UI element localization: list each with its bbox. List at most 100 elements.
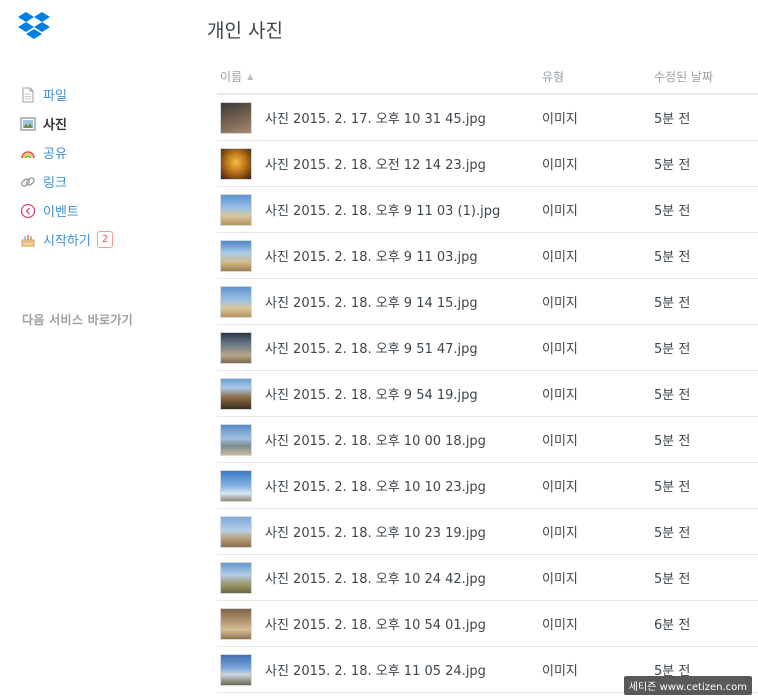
- file-name[interactable]: 사진 2015. 2. 18. 오후 10 23 19.jpg: [265, 522, 486, 541]
- sidebar-nav: 파일 사진 공유 링크 이벤트 시작하기 2: [20, 80, 190, 254]
- table-row[interactable]: 사진 2015. 2. 18. 오후 10 54 01.jpg 이미지 6분 전: [217, 601, 758, 647]
- photo-thumbnail[interactable]: [220, 239, 252, 272]
- file-name-cell: 사진 2015. 2. 18. 오후 10 24 42.jpg: [217, 561, 539, 594]
- file-type: 이미지: [542, 480, 578, 495]
- file-type: 이미지: [542, 204, 578, 219]
- file-name-cell: 사진 2015. 2. 18. 오후 10 10 23.jpg: [217, 469, 539, 502]
- file-name[interactable]: 사진 2015. 2. 17. 오후 10 31 45.jpg: [265, 108, 486, 127]
- modified-date: 5분 전: [654, 204, 691, 219]
- file-name-cell: 사진 2015. 2. 18. 오후 9 11 03 (1).jpg: [217, 193, 539, 226]
- file-name-cell: 사진 2015. 2. 18. 오후 9 11 03.jpg: [217, 239, 539, 272]
- sidebar-item-label: 파일: [43, 89, 67, 104]
- file-type: 이미지: [542, 618, 578, 633]
- table-row[interactable]: 사진 2015. 2. 17. 오후 10 31 45.jpg 이미지 5분 전: [217, 95, 758, 141]
- table-row[interactable]: 사진 2015. 2. 18. 오후 10 00 18.jpg 이미지 5분 전: [217, 417, 758, 463]
- table-row[interactable]: 사진 2015. 2. 18. 오후 9 51 47.jpg 이미지 5분 전: [217, 325, 758, 371]
- table-row[interactable]: 사진 2015. 2. 18. 오후 9 54 19.jpg 이미지 5분 전: [217, 371, 758, 417]
- photo-thumbnail[interactable]: [220, 285, 252, 318]
- file-name[interactable]: 사진 2015. 2. 18. 오후 9 54 19.jpg: [265, 384, 478, 403]
- link-icon: [21, 176, 35, 187]
- sidebar-item-events[interactable]: 이벤트: [20, 196, 190, 225]
- file-name[interactable]: 사진 2015. 2. 18. 오후 9 11 03 (1).jpg: [265, 200, 500, 219]
- photo-thumbnail[interactable]: [220, 653, 252, 686]
- file-type: 이미지: [542, 434, 578, 449]
- cake-icon: [21, 234, 35, 246]
- file-type: 이미지: [542, 572, 578, 587]
- file-name-cell: 사진 2015. 2. 18. 오후 9 54 19.jpg: [217, 377, 539, 410]
- file-name[interactable]: 사진 2015. 2. 18. 오후 9 14 15.jpg: [265, 292, 478, 311]
- photo-thumbnail[interactable]: [220, 607, 252, 640]
- sidebar-item-label: 사진: [43, 118, 67, 133]
- table-row[interactable]: 사진 2015. 2. 18. 오후 10 10 23.jpg 이미지 5분 전: [217, 463, 758, 509]
- modified-date: 5분 전: [654, 572, 691, 587]
- sidebar-item-label: 시작하기: [43, 234, 91, 249]
- table-row[interactable]: 사진 2015. 2. 18. 오후 10 24 42.jpg 이미지 5분 전: [217, 555, 758, 601]
- table-row[interactable]: 사진 2015. 2. 18. 오후 10 23 19.jpg 이미지 5분 전: [217, 509, 758, 555]
- file-name[interactable]: 사진 2015. 2. 18. 오후 10 00 18.jpg: [265, 430, 486, 449]
- table-row[interactable]: 사진 2015. 2. 18. 오후 9 11 03.jpg 이미지 5분 전: [217, 233, 758, 279]
- clock-icon: [20, 203, 36, 218]
- sidebar-item-get-started[interactable]: 시작하기 2: [20, 225, 190, 254]
- file-name-cell: 사진 2015. 2. 18. 오후 10 23 19.jpg: [217, 515, 539, 548]
- table-body: 사진 2015. 2. 17. 오후 10 31 45.jpg 이미지 5분 전 사진…: [217, 95, 758, 693]
- file-name[interactable]: 사진 2015. 2. 18. 오후 10 10 23.jpg: [265, 476, 486, 495]
- rainbow-icon: [21, 150, 35, 158]
- table-row[interactable]: 사진 2015. 2. 18. 오전 12 14 23.jpg 이미지 5분 전: [217, 141, 758, 187]
- column-header-type[interactable]: 유형: [539, 68, 654, 85]
- file-name-cell: 사진 2015. 2. 18. 오후 9 51 47.jpg: [217, 331, 539, 364]
- photo-thumbnail[interactable]: [220, 561, 252, 594]
- modified-date: 6분 전: [654, 618, 691, 633]
- photo-thumbnail[interactable]: [220, 331, 252, 364]
- file-name-cell: 사진 2015. 2. 18. 오후 11 05 24.jpg: [217, 653, 539, 686]
- file-table: 이름 ▲ 유형 수정된 날짜 사진 2015. 2. 17. 오후 10 31 …: [217, 60, 758, 693]
- file-type: 이미지: [542, 526, 578, 541]
- file-name[interactable]: 사진 2015. 2. 18. 오후 9 51 47.jpg: [265, 338, 478, 357]
- file-name[interactable]: 사진 2015. 2. 18. 오전 12 14 23.jpg: [265, 154, 486, 173]
- modified-date: 5분 전: [654, 388, 691, 403]
- file-type: 이미지: [542, 296, 578, 311]
- modified-date: 5분 전: [654, 158, 691, 173]
- modified-date: 5분 전: [654, 526, 691, 541]
- sidebar-item-files[interactable]: 파일: [20, 80, 190, 109]
- file-name[interactable]: 사진 2015. 2. 18. 오후 9 11 03.jpg: [265, 246, 478, 265]
- modified-date: 5분 전: [654, 112, 691, 127]
- photo-icon: [20, 117, 36, 130]
- file-name[interactable]: 사진 2015. 2. 18. 오후 10 24 42.jpg: [265, 568, 486, 587]
- photo-thumbnail[interactable]: [220, 377, 252, 410]
- column-header-modified[interactable]: 수정된 날짜: [654, 68, 758, 85]
- table-row[interactable]: 사진 2015. 2. 18. 오후 9 11 03 (1).jpg 이미지 5분 …: [217, 187, 758, 233]
- dropbox-photos-page: 파일 사진 공유 링크 이벤트 시작하기 2 다음 서비스 바로가기 개인 사진…: [0, 0, 758, 699]
- file-type: 이미지: [542, 388, 578, 403]
- photo-thumbnail[interactable]: [220, 423, 252, 456]
- sidebar-item-links[interactable]: 링크: [20, 167, 190, 196]
- file-name-cell: 사진 2015. 2. 18. 오후 10 54 01.jpg: [217, 607, 539, 640]
- watermark: 세티즌 www.cetizen.com: [623, 676, 752, 695]
- photo-thumbnail[interactable]: [220, 193, 252, 226]
- file-type: 이미지: [542, 112, 578, 127]
- file-name-cell: 사진 2015. 2. 18. 오전 12 14 23.jpg: [217, 147, 539, 180]
- dropbox-logo-icon[interactable]: [16, 10, 52, 46]
- notification-badge: 2: [96, 231, 114, 248]
- sidebar-item-photos[interactable]: 사진: [20, 109, 190, 138]
- photo-thumbnail[interactable]: [220, 469, 252, 502]
- column-header-label: 이름: [220, 70, 243, 84]
- file-type: 이미지: [542, 250, 578, 265]
- sidebar-item-sharing[interactable]: 공유: [20, 138, 190, 167]
- photo-thumbnail[interactable]: [220, 101, 252, 134]
- sidebar-item-label: 공유: [43, 147, 67, 162]
- sidebar-section-label: 다음 서비스 바로가기: [22, 313, 134, 327]
- table-row[interactable]: 사진 2015. 2. 18. 오후 9 14 15.jpg 이미지 5분 전: [217, 279, 758, 325]
- file-name-cell: 사진 2015. 2. 17. 오후 10 31 45.jpg: [217, 101, 539, 134]
- table-header: 이름 ▲ 유형 수정된 날짜: [217, 60, 758, 95]
- file-type: 이미지: [542, 342, 578, 357]
- sort-ascending-icon: ▲: [247, 72, 254, 81]
- modified-date: 5분 전: [654, 296, 691, 311]
- sidebar-item-label: 이벤트: [43, 205, 79, 220]
- column-header-name[interactable]: 이름 ▲: [217, 68, 539, 85]
- file-name[interactable]: 사진 2015. 2. 18. 오후 10 54 01.jpg: [265, 614, 486, 633]
- file-name[interactable]: 사진 2015. 2. 18. 오후 11 05 24.jpg: [265, 660, 486, 679]
- file-name-cell: 사진 2015. 2. 18. 오후 9 14 15.jpg: [217, 285, 539, 318]
- photo-thumbnail[interactable]: [220, 515, 252, 548]
- photo-thumbnail[interactable]: [220, 147, 252, 180]
- file-name-cell: 사진 2015. 2. 18. 오후 10 00 18.jpg: [217, 423, 539, 456]
